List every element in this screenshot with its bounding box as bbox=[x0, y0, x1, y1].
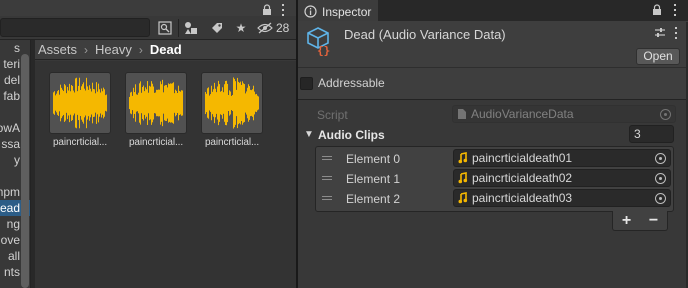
script-file-icon bbox=[456, 108, 468, 120]
audio-clip-field[interactable]: paincrticialdeath03 bbox=[453, 189, 671, 207]
breadcrumb-separator-icon: › bbox=[138, 42, 143, 57]
folder-tree-scrollbar[interactable] bbox=[21, 54, 29, 288]
audio-clip-icon bbox=[457, 192, 469, 204]
tab-inspector-label: Inspector bbox=[322, 4, 372, 19]
audio-clip-name: paincrticialdeath02 bbox=[472, 171, 573, 185]
project-panel: ★ 28 steridelfabowAssaympmeadngoveallnts… bbox=[0, 0, 296, 288]
asset-name: paincrticial... bbox=[204, 137, 260, 148]
audio-clip-name: paincrticialdeath03 bbox=[472, 191, 573, 205]
favorites-star-icon[interactable]: ★ bbox=[232, 19, 250, 37]
audio-clip-field[interactable]: paincrticialdeath01 bbox=[453, 149, 671, 167]
addressable-label: Addressable bbox=[318, 76, 385, 90]
element-label: Element 1 bbox=[346, 172, 401, 186]
header-icons bbox=[654, 27, 678, 42]
inspector-tab-bar: Inspector bbox=[298, 0, 688, 21]
addressable-checkbox[interactable] bbox=[300, 77, 313, 90]
asset-tile[interactable]: paincrticial... bbox=[125, 72, 187, 148]
list-element-row: Element 1 paincrticialdeath02 bbox=[298, 169, 688, 189]
script-value: AudioVarianceData bbox=[471, 107, 574, 121]
hidden-packages-icon[interactable] bbox=[256, 19, 274, 37]
audio-waveform-icon bbox=[201, 72, 263, 134]
inspector-panel: Inspector {} Dead (Audio Variance Data) … bbox=[298, 0, 688, 288]
breadcrumb-assets[interactable]: Assets bbox=[38, 42, 77, 57]
filter-by-type-icon[interactable] bbox=[182, 19, 200, 37]
project-menu-icon[interactable] bbox=[278, 3, 288, 17]
element-label: Element 0 bbox=[346, 152, 401, 166]
asset-name: paincrticial... bbox=[128, 137, 184, 148]
audio-clips-label: Audio Clips bbox=[318, 128, 385, 142]
scriptable-object-icon: {} bbox=[307, 27, 330, 56]
hidden-packages-count: 28 bbox=[276, 21, 290, 35]
project-toolbar: ★ 28 bbox=[0, 16, 296, 40]
script-field-row: Script AudioVarianceData bbox=[298, 105, 688, 125]
object-picker-icon[interactable] bbox=[655, 153, 666, 164]
script-label: Script bbox=[317, 108, 348, 122]
list-add-remove: + − bbox=[612, 211, 668, 231]
component-menu-icon[interactable] bbox=[674, 27, 678, 42]
lock-icon[interactable] bbox=[262, 4, 272, 16]
filter-by-label-icon[interactable] bbox=[208, 19, 226, 37]
list-element-row: Element 0 paincrticialdeath01 bbox=[298, 149, 688, 169]
remove-element-button[interactable]: − bbox=[649, 212, 658, 230]
open-button[interactable]: Open bbox=[636, 48, 680, 65]
breadcrumb-heavy[interactable]: Heavy bbox=[95, 42, 132, 57]
audio-waveform-icon bbox=[49, 72, 111, 134]
breadcrumb: Assets › Heavy › Dead bbox=[35, 40, 296, 60]
asset-tile[interactable]: paincrticial... bbox=[201, 72, 263, 148]
object-picker-icon bbox=[660, 109, 671, 120]
inspector-menu-icon[interactable] bbox=[670, 3, 680, 17]
drag-handle-icon[interactable] bbox=[322, 176, 332, 182]
script-field: AudioVarianceData bbox=[452, 105, 676, 123]
audio-clip-field[interactable]: paincrticialdeath02 bbox=[453, 169, 671, 187]
lock-icon[interactable] bbox=[652, 4, 662, 16]
object-picker-icon[interactable] bbox=[655, 193, 666, 204]
list-size-field[interactable]: 3 bbox=[629, 125, 674, 143]
tab-inspector[interactable]: Inspector bbox=[298, 0, 378, 21]
search-by-type-icon[interactable] bbox=[156, 19, 174, 37]
drag-handle-icon[interactable] bbox=[322, 156, 332, 162]
breadcrumb-dead[interactable]: Dead bbox=[150, 42, 182, 57]
element-label: Element 2 bbox=[346, 192, 401, 206]
info-icon bbox=[304, 5, 318, 19]
presets-icon[interactable] bbox=[654, 27, 666, 42]
audio-waveform-icon bbox=[125, 72, 187, 134]
breadcrumb-separator-icon: › bbox=[84, 42, 89, 57]
svg-text:{}: {} bbox=[317, 44, 330, 56]
audio-clip-icon bbox=[457, 172, 469, 184]
list-element-row: Element 2 paincrticialdeath03 bbox=[298, 189, 688, 209]
asset-grid: paincrticial... paincrticial... paincrti… bbox=[35, 61, 296, 288]
audio-clip-name: paincrticialdeath01 bbox=[472, 151, 573, 165]
addressable-row: Addressable bbox=[298, 68, 688, 100]
add-element-button[interactable]: + bbox=[622, 212, 631, 230]
asset-tile[interactable]: paincrticial... bbox=[49, 72, 111, 148]
object-picker-icon[interactable] bbox=[655, 173, 666, 184]
asset-name: paincrticial... bbox=[52, 137, 108, 148]
audio-clip-icon bbox=[457, 152, 469, 164]
foldout-arrow-icon[interactable]: ▼ bbox=[304, 129, 314, 140]
asset-title: Dead (Audio Variance Data) bbox=[344, 27, 506, 42]
drag-handle-icon[interactable] bbox=[322, 196, 332, 202]
search-input[interactable] bbox=[0, 18, 150, 37]
inspector-header: {} Dead (Audio Variance Data) Open bbox=[298, 21, 688, 67]
